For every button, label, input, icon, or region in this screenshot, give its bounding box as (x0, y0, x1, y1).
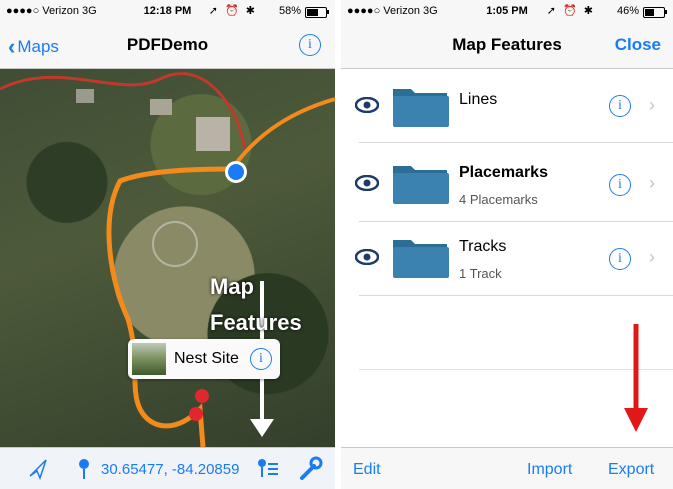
info-icon[interactable]: i (609, 248, 631, 270)
page-title: PDFDemo (126, 35, 209, 54)
arrow-white-head (250, 419, 274, 437)
user-location-icon[interactable] (228, 164, 244, 180)
features-toolbar: Edit Import Export (341, 447, 673, 489)
callout-thumbnail (132, 343, 166, 375)
eye-icon[interactable] (355, 97, 379, 113)
building (150, 99, 172, 115)
building (76, 89, 94, 103)
chevron-right-icon: › (649, 95, 655, 115)
map-toolbar: 30.65477, -84.20859 (0, 447, 335, 489)
info-icon[interactable]: i (609, 95, 631, 117)
nav-bar: Map Features Close (341, 22, 673, 69)
callout-label: Nest Site (174, 350, 239, 367)
annotation-line-1: Map (210, 274, 254, 299)
status-bar: ●●●●○ Verizon 3G 12:18 PM ➚ ⏰ ✱ 58% (0, 0, 335, 22)
placemark-callout[interactable]: Nest Site i (128, 339, 280, 379)
separator (359, 295, 673, 296)
import-button[interactable]: Import (527, 461, 572, 479)
separator (359, 142, 673, 143)
coordinates-readout: 30.65477, -84.20859 (101, 461, 240, 478)
map-overlay (0, 72, 335, 447)
chevron-right-icon: › (649, 173, 655, 193)
folder-icon (393, 240, 449, 278)
row-subtitle: 4 Placemarks (459, 192, 538, 207)
close-button[interactable]: Close (615, 35, 661, 55)
arrow-red (624, 324, 648, 432)
annotation-line-2: Features (210, 310, 302, 335)
row-name: Lines (459, 91, 498, 108)
eye-icon[interactable] (355, 249, 379, 265)
status-icons: ➚ ⏰ ✱ (546, 5, 595, 17)
row-name: Placemarks (459, 164, 548, 181)
chevron-right-icon: › (649, 247, 655, 267)
list-item[interactable]: Tracks 1 Track i › (341, 222, 673, 296)
eye-icon[interactable] (355, 175, 379, 191)
info-icon[interactable]: i (609, 174, 631, 196)
folder-icon (393, 166, 449, 204)
row-name: Tracks (459, 238, 507, 255)
map-view[interactable]: Map Features (0, 69, 335, 447)
track-line[interactable] (230, 97, 335, 171)
info-icon[interactable]: i (299, 34, 321, 56)
pin-icon[interactable] (189, 407, 203, 421)
pin-icon[interactable] (79, 459, 89, 479)
battery-percent: 46% (616, 5, 639, 17)
nav-bar: ‹ Maps PDFDemo i (0, 22, 335, 69)
battery-icon (643, 7, 667, 18)
edit-button[interactable]: Edit (353, 461, 381, 479)
info-icon[interactable]: i (250, 348, 272, 370)
map-features-annotation: Map Features (210, 269, 302, 341)
export-button[interactable]: Export (608, 461, 654, 479)
pin-list-icon[interactable] (258, 459, 278, 477)
list-item[interactable]: Lines i › (341, 69, 673, 143)
list-item[interactable]: Placemarks 4 Placemarks i › (341, 148, 673, 222)
folder-icon (393, 89, 449, 127)
battery-percent: 58% (278, 5, 301, 17)
building (196, 117, 230, 151)
status-bar: ●●●●○ Verizon 3G 1:05 PM ➚ ⏰ ✱ 46% (341, 0, 673, 22)
status-icons: ➚ ⏰ ✱ (208, 5, 257, 17)
pin-icon[interactable] (195, 389, 209, 403)
location-arrow-icon[interactable] (29, 459, 47, 481)
range-circle (152, 221, 198, 267)
battery-icon (305, 7, 329, 18)
row-subtitle: 1 Track (459, 266, 502, 281)
map-features-screen: ●●●●○ Verizon 3G 1:05 PM ➚ ⏰ ✱ 46% Map F… (341, 0, 673, 489)
wrench-icon[interactable] (300, 456, 323, 480)
pdfdemo-screen: ●●●●○ Verizon 3G 12:18 PM ➚ ⏰ ✱ 58% ‹ Map… (0, 0, 335, 489)
